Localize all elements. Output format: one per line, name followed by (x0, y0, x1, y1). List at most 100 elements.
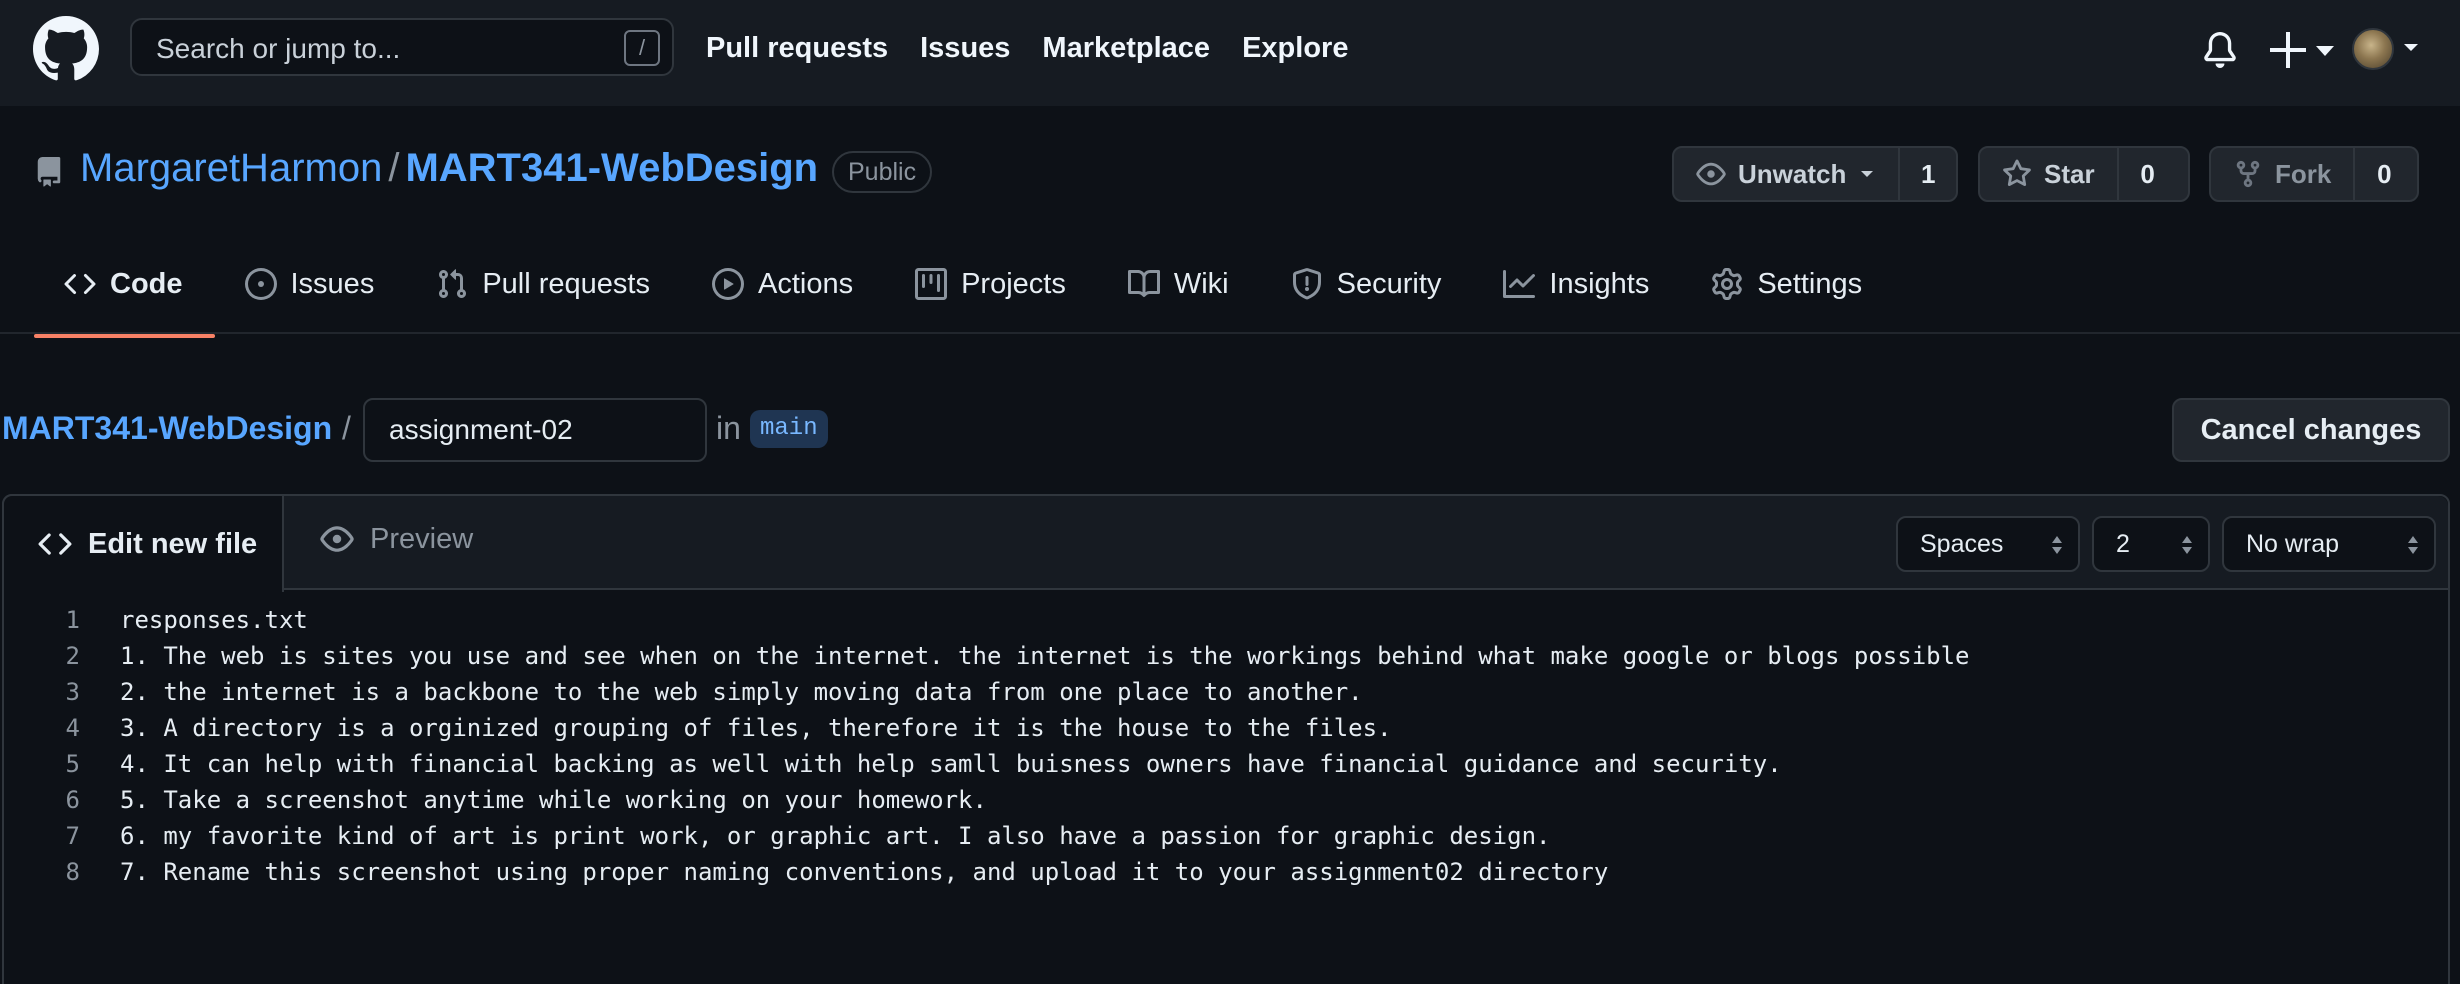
select-arrows-icon (2052, 536, 2062, 554)
fork-count[interactable]: 0 (2353, 148, 2413, 200)
tab-edit-new-file[interactable]: Edit new file (2, 494, 284, 592)
repo-title: MargaretHarmon / MART341-WebDesign (80, 146, 818, 191)
line-text: 3. A directory is a orginized grouping o… (120, 714, 1392, 742)
search-placeholder: Search or jump to... (156, 33, 401, 64)
bell-icon[interactable] (2202, 30, 2238, 70)
line-text: 6. my favorite kind of art is print work… (120, 822, 1551, 850)
indent-size-value: 2 (2116, 530, 2130, 558)
nav-pull-requests[interactable]: Pull requests (706, 32, 888, 65)
tab-pull-requests[interactable]: Pull requests (406, 256, 682, 312)
line-number: 6 (65, 786, 80, 814)
chevron-down-icon (1861, 171, 1874, 177)
select-arrows-icon (2408, 536, 2418, 554)
fork-button-group: Fork 0 (2209, 146, 2419, 202)
tabs-divider (0, 332, 2460, 334)
tab-label: Insights (1549, 267, 1650, 300)
chevron-down-icon[interactable] (2402, 40, 2420, 54)
repo-name-link[interactable]: MART341-WebDesign (405, 146, 818, 190)
line-text: 7. Rename this screenshot using proper n… (120, 858, 1609, 886)
tab-label: Pull requests (482, 267, 650, 300)
tab-security[interactable]: Security (1261, 256, 1474, 312)
issue-icon (244, 268, 277, 300)
code-area[interactable]: 1 responses.txt 2 1. The web is sites you … (4, 602, 1970, 890)
gear-icon (1712, 268, 1743, 300)
tab-issues[interactable]: Issues (215, 256, 407, 312)
repo-tabs: Code Issues Pull requests Actions Projec… (34, 256, 1894, 338)
branch-badge: main (750, 410, 828, 448)
code-line: 6 5. Take a screenshot anytime while work… (4, 782, 1970, 818)
code-line: 7 6. my favorite kind of art is print wor… (4, 818, 1970, 854)
graph-icon (1503, 270, 1536, 298)
line-text: 1. The web is sites you use and see when… (120, 642, 1970, 670)
line-number: 4 (65, 714, 80, 742)
code-line: 3 2. the internet is a backbone to the we… (4, 674, 1970, 710)
tab-label: Issues (290, 267, 375, 300)
unwatch-label: Unwatch (1738, 158, 1847, 189)
editor-toolbar: Edit new file Preview Spaces 2 No wrap (2, 494, 2448, 592)
code-line: 5 4. It can help with financial backing a… (4, 746, 1970, 782)
tab-projects[interactable]: Projects (885, 256, 1098, 312)
tab-wiki[interactable]: Wiki (1098, 256, 1261, 312)
watch-count[interactable]: 1 (1898, 148, 1956, 200)
indent-mode-value: Spaces (1920, 530, 2004, 558)
fork-icon (2236, 160, 2260, 188)
tab-code[interactable]: Code (34, 256, 215, 338)
breadcrumb-repo-link[interactable]: MART341-WebDesign (2, 410, 332, 447)
star-count[interactable]: 0 (2116, 148, 2177, 200)
line-number: 3 (65, 678, 80, 706)
tab-label: Actions (757, 267, 854, 300)
tab-insights[interactable]: Insights (1473, 256, 1681, 312)
line-text: 2. the internet is a backbone to the web… (120, 678, 1363, 706)
filename-input[interactable] (363, 398, 707, 462)
fork-button[interactable]: Fork (2211, 148, 2353, 200)
edit-tab-label: Edit new file (88, 527, 258, 560)
repo-owner-link[interactable]: MargaretHarmon (80, 146, 382, 190)
indent-mode-select[interactable]: Spaces (1896, 516, 2080, 572)
nav-explore[interactable]: Explore (1242, 32, 1348, 65)
unwatch-button[interactable]: Unwatch (1674, 148, 1898, 200)
wrap-mode-value: No wrap (2246, 530, 2340, 558)
code-line: 4 3. A directory is a orginized grouping … (4, 710, 1970, 746)
tab-label: Settings (1757, 267, 1863, 300)
breadcrumb-separator: / (342, 410, 351, 446)
code-line: 2 1. The web is sites you use and see whe… (4, 638, 1970, 674)
repo-title-separator: / (388, 146, 400, 190)
nav-issues[interactable]: Issues (920, 32, 1010, 65)
line-number: 1 (65, 606, 80, 634)
line-text: responses.txt (120, 606, 308, 634)
line-number: 5 (65, 750, 80, 778)
preview-tab-label: Preview (370, 522, 474, 555)
tab-label: Projects (961, 267, 1066, 300)
indent-size-select[interactable]: 2 (2092, 516, 2210, 572)
create-new-icon[interactable] (2266, 28, 2336, 72)
star-button[interactable]: Star (1980, 148, 2117, 200)
avatar[interactable] (2352, 28, 2394, 70)
eye-icon (320, 526, 354, 552)
tab-label: Wiki (1173, 267, 1229, 300)
wrap-mode-select[interactable]: No wrap (2222, 516, 2436, 572)
repo-icon (37, 157, 61, 187)
tab-label: Code (110, 267, 183, 300)
tab-preview[interactable]: Preview (320, 522, 473, 556)
tab-actions[interactable]: Actions (682, 256, 885, 312)
star-icon (2003, 159, 2031, 187)
file-editor: Edit new file Preview Spaces 2 No wrap 1… (2, 494, 2450, 984)
cancel-changes-button[interactable]: Cancel changes (2172, 398, 2450, 462)
book-icon (1127, 269, 1160, 297)
in-label: in (716, 410, 741, 446)
star-label: Star (2044, 158, 2095, 189)
code-icon (38, 533, 72, 555)
github-logo-icon[interactable] (33, 16, 99, 82)
tab-label: Security (1336, 267, 1442, 300)
code-line: 8 7. Rename this screenshot using proper … (4, 854, 1970, 890)
play-icon (711, 268, 744, 300)
tab-settings[interactable]: Settings (1681, 256, 1894, 312)
visibility-badge: Public (832, 151, 933, 193)
search-input[interactable]: Search or jump to... / (130, 18, 674, 76)
select-arrows-icon (2182, 536, 2192, 554)
line-text: 5. Take a screenshot anytime while worki… (120, 786, 987, 814)
global-header: Search or jump to... / Pull requests Iss… (0, 0, 2460, 106)
code-icon (64, 273, 96, 295)
top-nav: Pull requests Issues Marketplace Explore (706, 32, 1348, 65)
nav-marketplace[interactable]: Marketplace (1042, 32, 1210, 65)
